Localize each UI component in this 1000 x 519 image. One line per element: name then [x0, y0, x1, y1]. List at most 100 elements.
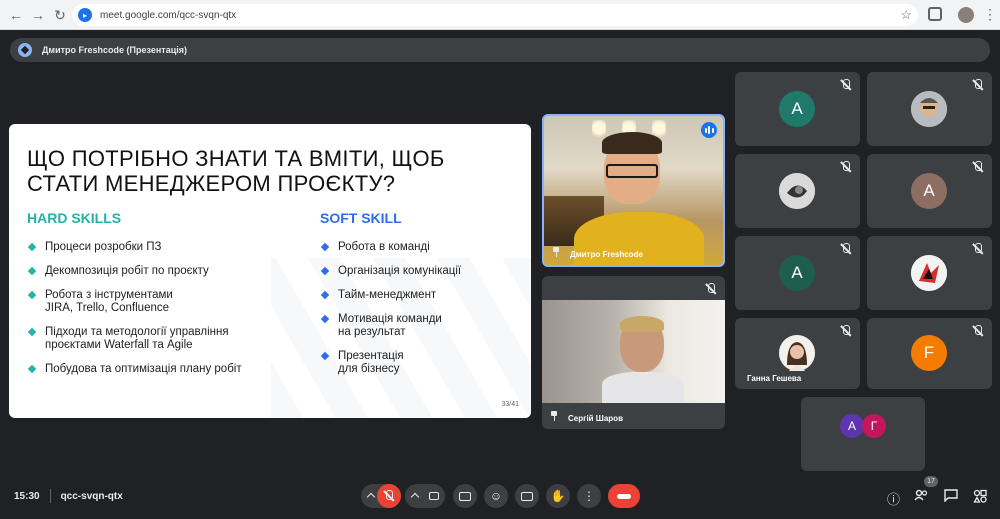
- people-glyph: [914, 489, 928, 501]
- participant-avatar: А: [911, 173, 947, 209]
- reload-icon[interactable]: ↻: [48, 3, 72, 27]
- participant-hair: [620, 316, 664, 332]
- meeting-code: qcc-svqn-qtx: [60, 490, 123, 502]
- mic-off-icon: [383, 490, 395, 502]
- more-options-button[interactable]: ⋮: [577, 484, 601, 508]
- chevron-up-icon[interactable]: [366, 492, 376, 502]
- mic-off-icon: [972, 325, 984, 337]
- presentation-icon: [18, 43, 32, 57]
- mic-off-icon: [972, 79, 984, 91]
- microphone-control[interactable]: [361, 484, 401, 508]
- activities-glyph: [973, 489, 987, 503]
- participant-tile[interactable]: А: [735, 236, 860, 310]
- participant-tile[interactable]: Ганна Гешева: [735, 318, 860, 389]
- divider: [49, 489, 51, 503]
- participant-avatar: А: [779, 91, 815, 127]
- meeting-info: 15:30 qcc-svqn-qtx: [14, 489, 123, 503]
- mic-off-icon: [840, 161, 852, 173]
- participant-avatar: А: [779, 255, 815, 291]
- hard-skills-list: Процеси розробки ПЗ Декомпозиція робіт п…: [27, 241, 297, 387]
- browser-menu-icon[interactable]: ⋮: [983, 6, 997, 23]
- presenter-video-tile[interactable]: Дмитро Freshcode: [542, 114, 725, 267]
- soft-skills-list: Робота в команді Організація комунікації…: [320, 241, 520, 387]
- participant-tile[interactable]: [735, 154, 860, 228]
- activities-icon[interactable]: [973, 489, 987, 506]
- leave-call-button[interactable]: [608, 484, 640, 508]
- participant-avatar: Г: [862, 414, 886, 438]
- participant-tile[interactable]: А: [735, 72, 860, 146]
- forward-icon[interactable]: →: [26, 3, 50, 27]
- participant-shirt: [602, 372, 684, 403]
- presenter-glasses: [606, 164, 658, 178]
- slide-title-line: СТАТИ МЕНЕДЖЕРОМ ПРОЄКТУ?: [27, 171, 396, 196]
- presenter-label: Дмитро Freshcode (Презентація): [42, 45, 187, 55]
- participant-avatar: [911, 91, 947, 127]
- mic-off-icon: [840, 325, 852, 337]
- mic-off-icon: [972, 161, 984, 173]
- pin-icon[interactable]: [550, 411, 558, 421]
- presenter-hair: [602, 132, 662, 154]
- participant-avatar: [779, 335, 815, 371]
- speaking-indicator-icon: [701, 122, 717, 138]
- back-icon[interactable]: ←: [4, 3, 28, 27]
- presentation-banner: Дмитро Freshcode (Презентація): [10, 38, 990, 62]
- hard-skill-item: Декомпозиція робіт по проєкту: [27, 265, 297, 278]
- hard-skills-heading: HARD SKILLS: [27, 210, 122, 226]
- captions-icon: [459, 491, 471, 501]
- address-bar[interactable]: ▸ meet.google.com/qcc-svqn-qtx ☆: [72, 4, 918, 26]
- extensions-icon[interactable]: [928, 7, 942, 21]
- participant-count-badge: 17: [924, 476, 938, 487]
- mic-off-icon: [972, 243, 984, 255]
- shared-slide: ЩО ПОТРІБНО ЗНАТИ ТА ВМІТИ, ЩОБ СТАТИ МЕ…: [9, 124, 531, 418]
- profile-avatar[interactable]: [958, 7, 974, 23]
- url-text: meet.google.com/qcc-svqn-qtx: [100, 9, 237, 21]
- participant-video-tile[interactable]: Сергій Шаров: [542, 276, 725, 429]
- hard-skill-item: Побудова та оптимізація плану робіт: [27, 363, 297, 376]
- camera-control[interactable]: [405, 484, 445, 508]
- participant-name: Ганна Гешева: [747, 374, 802, 383]
- reactions-button[interactable]: ☺: [484, 484, 508, 508]
- participant-avatar: F: [911, 335, 947, 371]
- browser-toolbar: ← → ↻ ▸ meet.google.com/qcc-svqn-qtx ☆ ⋮: [0, 0, 1000, 30]
- overflow-participants-tile[interactable]: А Г: [801, 397, 925, 471]
- chat-glyph: [944, 489, 958, 503]
- soft-skill-item: Робота в команді: [320, 241, 520, 254]
- participant-tile[interactable]: [867, 236, 992, 310]
- hang-up-icon: [617, 493, 631, 499]
- cartoon-avatar-image: [911, 91, 947, 127]
- participant-tile[interactable]: [867, 72, 992, 146]
- mic-off-icon: [840, 243, 852, 255]
- hard-skill-item: Підходи та методології управління проєкт…: [27, 326, 237, 352]
- pin-icon[interactable]: [552, 247, 560, 257]
- participant-avatar: А: [840, 414, 864, 438]
- hard-skill-item: Процеси розробки ПЗ: [27, 241, 297, 254]
- participant-avatar: [779, 173, 815, 209]
- bookmark-star-icon[interactable]: ☆: [900, 7, 912, 23]
- lamp-light: [592, 120, 606, 140]
- slide-title-line: ЩО ПОТРІБНО ЗНАТИ ТА ВМІТИ, ЩОБ: [27, 146, 445, 171]
- clock-time: 15:30: [14, 490, 40, 502]
- emoji-icon: ☺: [489, 489, 503, 503]
- captions-button[interactable]: [453, 484, 477, 508]
- participant-name: Сергій Шаров: [568, 414, 623, 423]
- raise-hand-button[interactable]: ✋: [546, 484, 570, 508]
- hand-icon: ✋: [550, 489, 566, 503]
- participant-name: Дмитро Freshcode: [570, 250, 643, 259]
- mic-off-icon: [705, 283, 717, 295]
- meeting-details-icon[interactable]: ⓘ: [887, 489, 900, 508]
- participant-tile[interactable]: А: [867, 154, 992, 228]
- hard-skill-item: Робота з інструментами JIRA, Trello, Con…: [27, 289, 187, 315]
- chat-icon[interactable]: [944, 489, 958, 505]
- soft-skill-item: Тайм-менеджмент: [320, 289, 520, 302]
- present-button[interactable]: [515, 484, 539, 508]
- present-screen-icon: [521, 491, 533, 501]
- slide-title: ЩО ПОТРІБНО ЗНАТИ ТА ВМІТИ, ЩОБ СТАТИ МЕ…: [27, 146, 507, 196]
- slide-page-number: 33/41: [501, 401, 519, 408]
- mic-off-button[interactable]: [377, 484, 401, 508]
- soft-skills-heading: SOFT SKILL: [320, 210, 402, 226]
- photo-avatar-image: [779, 173, 815, 209]
- soft-skill-item: Організація комунікації: [320, 265, 520, 278]
- chevron-up-icon[interactable]: [410, 492, 420, 502]
- people-icon[interactable]: [914, 489, 928, 504]
- participant-tile[interactable]: F: [867, 318, 992, 389]
